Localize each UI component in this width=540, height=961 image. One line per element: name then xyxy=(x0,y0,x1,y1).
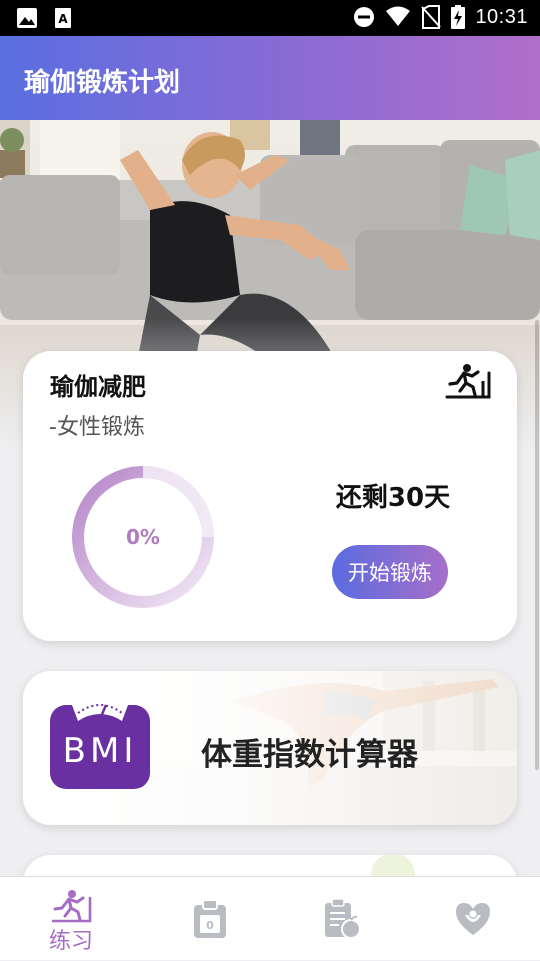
wifi-icon xyxy=(386,6,411,26)
status-time: 10:31 xyxy=(475,5,528,28)
start-workout-button[interactable]: 开始锻炼 xyxy=(332,545,448,599)
svg-text:A: A xyxy=(58,12,68,26)
svg-text:0: 0 xyxy=(206,919,214,932)
heart-care-icon xyxy=(456,903,490,935)
gallery-notification-icon xyxy=(17,8,37,28)
do-not-disturb-icon xyxy=(354,7,375,27)
text-notification-icon: A xyxy=(55,8,71,28)
app-title: 瑜伽锻炼计划 xyxy=(24,68,181,98)
days-left-text: 还剩30天 xyxy=(335,483,451,513)
app-bar: 瑜伽锻炼计划 xyxy=(0,36,540,120)
treadmill-icon xyxy=(445,364,491,399)
bmi-icon-text: BMI xyxy=(62,731,138,771)
battery-charging-icon xyxy=(451,5,466,29)
scrollbar[interactable] xyxy=(535,320,539,770)
diet-plan-icon xyxy=(325,899,361,939)
exercise-icon xyxy=(52,890,92,923)
nav-label-exercise: 练习 xyxy=(48,929,93,954)
nav-item-health[interactable] xyxy=(428,877,518,961)
yoga-plan-card[interactable]: 瑜伽减肥 -女性锻炼 0% 还剩30天 开始锻炼 xyxy=(23,351,517,641)
status-bar: A 10:31 xyxy=(0,0,540,36)
nav-item-diet[interactable] xyxy=(296,877,386,961)
bottom-navigation: 练习 0 xyxy=(0,876,540,960)
nav-item-plan[interactable]: 0 xyxy=(165,877,255,961)
nav-item-exercise[interactable]: 练习 xyxy=(26,877,116,961)
clipboard-icon: 0 xyxy=(194,899,226,938)
bmi-calculator-card[interactable]: BMI 体重指数计算器 xyxy=(23,671,517,825)
bmi-calculator-label: 体重指数计算器 xyxy=(201,737,418,773)
plan-title: 瑜伽减肥 xyxy=(50,373,146,401)
progress-percent: 0% xyxy=(126,525,160,549)
no-sim-icon xyxy=(421,5,442,29)
plan-subtitle: -女性锻炼 xyxy=(49,415,145,440)
